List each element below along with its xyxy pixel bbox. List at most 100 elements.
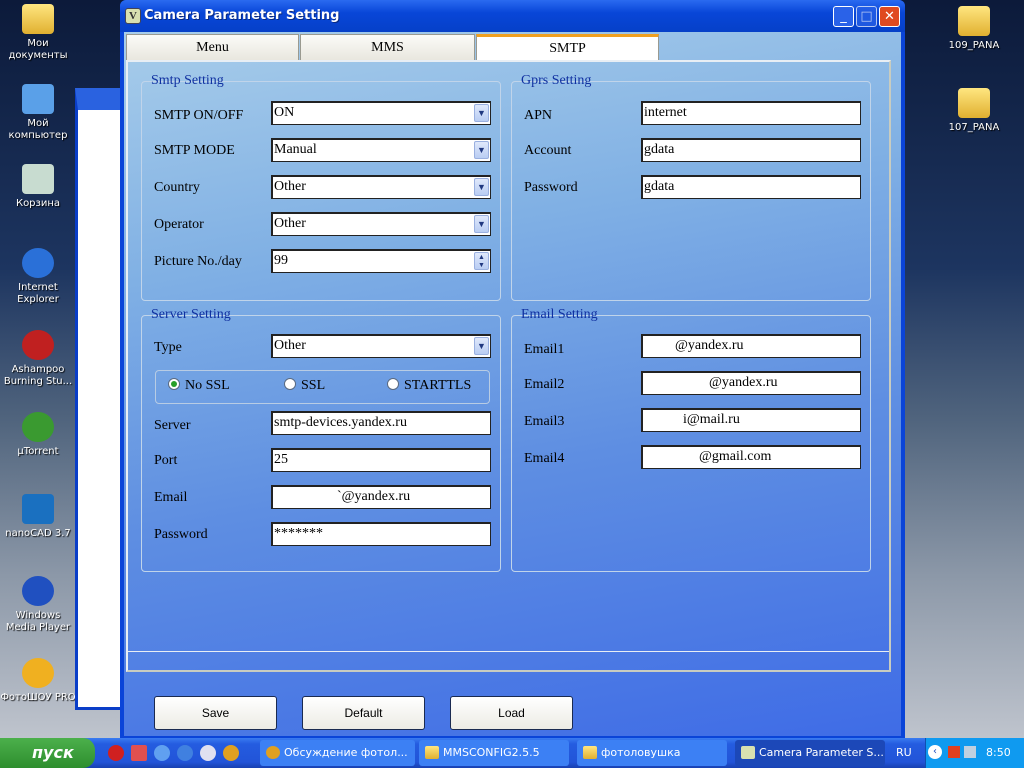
picture-per-day-spinner[interactable]: 99 ▲ ▼ — [271, 249, 491, 273]
email1-label: Email1 — [524, 342, 565, 357]
tab-smtp[interactable]: SMTP — [476, 34, 659, 62]
type-select[interactable]: Other ▼ — [271, 334, 491, 358]
title-bar[interactable]: V Camera Parameter Setting _ □ ✕ — [120, 0, 905, 32]
gprs-password-label: Password — [524, 180, 578, 195]
folder-icon — [425, 746, 439, 759]
quicklaunch-chrome-icon[interactable] — [223, 745, 239, 761]
desktop-icon-wmp[interactable]: Windows Media Player — [0, 576, 76, 634]
desktop-icon-109-pana[interactable]: 109_PANA — [936, 6, 1012, 52]
select-value: ON — [274, 105, 295, 120]
email2-input[interactable]: @yandex.ru — [641, 371, 861, 395]
port-label: Port — [154, 453, 178, 468]
spinner-value: 99 — [274, 253, 288, 268]
ssl-radio[interactable]: SSL — [284, 378, 325, 394]
server-input[interactable]: smtp-devices.yandex.ru — [271, 411, 491, 435]
account-label: Account — [524, 143, 572, 158]
email-label: Email — [154, 490, 188, 505]
starttls-radio[interactable]: STARTTLS — [387, 378, 471, 394]
tab-menu[interactable]: Menu — [126, 34, 299, 61]
nanocad-icon — [22, 494, 54, 524]
smtp-mode-label: SMTP MODE — [154, 143, 235, 158]
email3-label: Email3 — [524, 414, 565, 429]
tray-app-icon[interactable] — [948, 746, 960, 758]
desktop-icon-ashampoo[interactable]: Ashampoo Burning Stu... — [0, 330, 76, 388]
ie-icon — [22, 248, 54, 278]
chrome-icon — [266, 746, 280, 759]
quicklaunch-ie-icon[interactable] — [154, 745, 170, 761]
radio-label: No SSL — [185, 378, 230, 393]
password-label: Password — [154, 527, 208, 542]
smtp-mode-select[interactable]: Manual ▼ — [271, 138, 491, 162]
quicklaunch-ashampoo-icon[interactable] — [108, 745, 124, 761]
load-button[interactable]: Load — [450, 696, 573, 730]
operator-select[interactable]: Other ▼ — [271, 212, 491, 236]
wmp-icon — [22, 576, 54, 606]
task-label: фотоловушка — [601, 746, 681, 759]
desktop-icon-my-documents[interactable]: Мои документы — [0, 4, 76, 62]
email1-input[interactable]: @yandex.ru — [641, 334, 861, 358]
desktop-icon-fotoshow[interactable]: ФотоШОУ PRO — [0, 658, 76, 704]
gprs-password-input[interactable]: gdata — [641, 175, 861, 199]
task-chrome[interactable]: Обсуждение фотол... — [260, 740, 415, 766]
folder-icon — [22, 4, 54, 34]
picture-per-day-label: Picture No./day — [154, 254, 242, 269]
folder-icon — [958, 88, 990, 118]
apn-label: APN — [524, 108, 553, 123]
apn-input[interactable]: internet — [641, 101, 861, 125]
taskbar: пуск Обсуждение фотол... MMSCONFIG2.5.5 … — [0, 738, 1024, 768]
chevron-down-icon[interactable]: ▼ — [474, 337, 489, 355]
tab-mms[interactable]: MMS — [300, 34, 475, 61]
desktop-icon-my-computer[interactable]: Мой компьютер — [0, 84, 76, 142]
clock[interactable]: 8:50 — [986, 738, 1011, 768]
minimize-button[interactable]: _ — [833, 6, 854, 27]
computer-icon — [22, 84, 54, 114]
quicklaunch-outlook-icon[interactable] — [177, 745, 193, 761]
chevron-down-icon[interactable]: ▼ — [474, 215, 489, 233]
task-fotolovushka[interactable]: фотоловушка — [577, 740, 727, 766]
utorrent-icon — [22, 412, 54, 442]
select-value: Other — [274, 179, 306, 194]
smtp-onoff-label: SMTP ON/OFF — [154, 108, 244, 123]
chevron-down-icon[interactable]: ▼ — [474, 178, 489, 196]
start-label: пуск — [32, 743, 74, 762]
task-label: MMSCONFIG2.5.5 — [443, 746, 540, 759]
task-mmsconfig[interactable]: MMSCONFIG2.5.5 — [419, 740, 569, 766]
email3-input[interactable]: i@mail.ru — [641, 408, 861, 432]
chevron-down-icon[interactable]: ▼ — [474, 141, 489, 159]
spin-arrows-icon[interactable]: ▲ ▼ — [474, 252, 489, 270]
desktop-icon-ie[interactable]: Internet Explorer — [0, 248, 76, 306]
folder-icon — [583, 746, 597, 759]
email4-input[interactable]: @gmail.com — [641, 445, 861, 469]
window-title: Camera Parameter Setting — [144, 8, 340, 23]
radio-unchecked-icon — [284, 378, 296, 390]
port-input[interactable]: 25 — [271, 448, 491, 472]
volume-icon[interactable] — [964, 746, 976, 758]
desktop-icon-nanocad[interactable]: nanoCAD 3.7 — [0, 494, 76, 540]
radio-label: SSL — [301, 378, 326, 393]
password-input[interactable]: ******* — [271, 522, 491, 546]
language-indicator[interactable]: RU — [896, 746, 912, 759]
country-label: Country — [154, 180, 200, 195]
quicklaunch-app2-icon[interactable] — [200, 745, 216, 761]
desktop-icon-recycle-bin[interactable]: Корзина — [0, 164, 76, 210]
chevron-left-icon[interactable]: ‹ — [928, 745, 942, 759]
country-select[interactable]: Other ▼ — [271, 175, 491, 199]
start-button[interactable]: пуск — [0, 738, 95, 768]
no-ssl-radio[interactable]: No SSL — [168, 378, 230, 394]
close-button[interactable]: ✕ — [879, 6, 900, 27]
save-button[interactable]: Save — [154, 696, 277, 730]
email4-label: Email4 — [524, 451, 565, 466]
chevron-down-icon[interactable]: ▼ — [474, 104, 489, 122]
task-camera-parameter[interactable]: Camera Parameter S... — [735, 740, 885, 766]
desktop-icon-107-pana[interactable]: 107_PANA — [936, 88, 1012, 134]
default-button[interactable]: Default — [302, 696, 425, 730]
email-input[interactable]: `@yandex.ru — [271, 485, 491, 509]
recycle-bin-icon — [22, 164, 54, 194]
maximize-button[interactable]: □ — [856, 6, 877, 27]
desktop-icon-utorrent[interactable]: µTorrent — [0, 412, 76, 458]
smtp-onoff-select[interactable]: ON ▼ — [271, 101, 491, 125]
operator-label: Operator — [154, 217, 204, 232]
quicklaunch-app-icon[interactable] — [131, 745, 147, 761]
account-input[interactable]: gdata — [641, 138, 861, 162]
select-value: Other — [274, 216, 306, 231]
